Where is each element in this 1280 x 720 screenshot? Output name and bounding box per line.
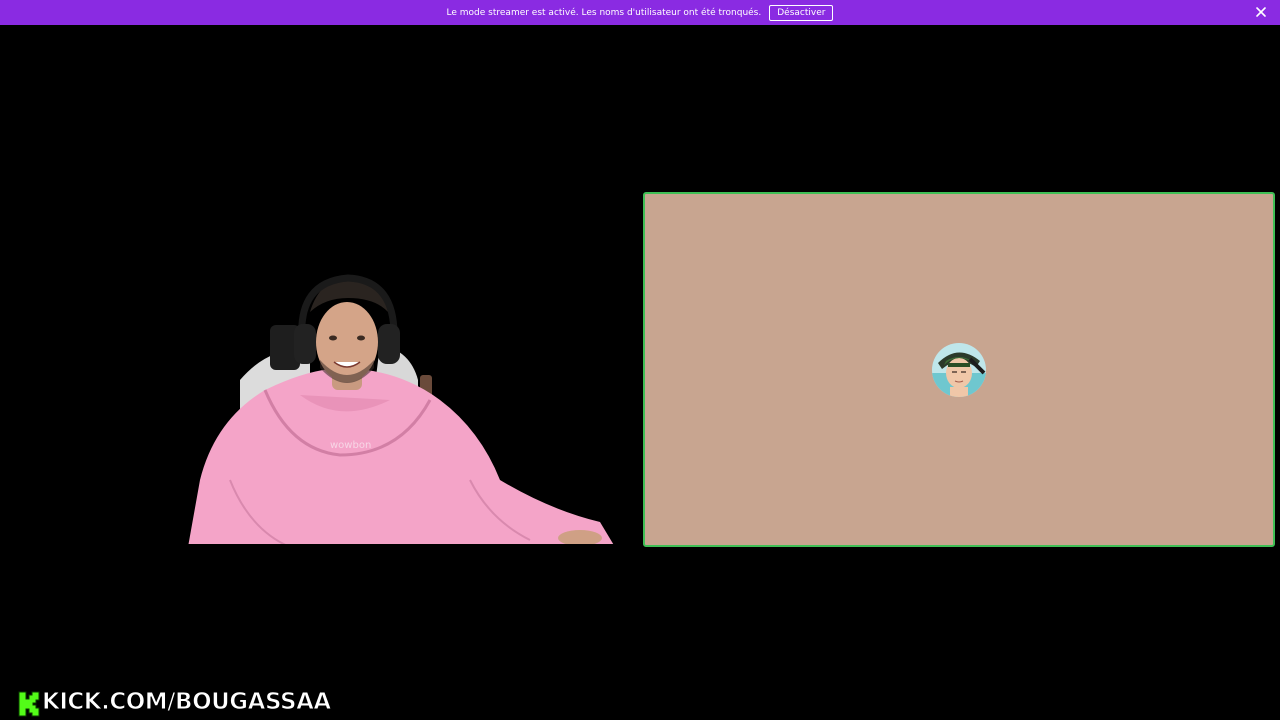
user-avatar[interactable]: [932, 343, 986, 397]
close-icon[interactable]: [1254, 5, 1268, 19]
streamer-video: wowbon: [170, 274, 630, 547]
avatar-image: [932, 343, 986, 397]
streamer-mode-message: Le mode streamer est activé. Les noms d'…: [446, 7, 762, 18]
streamer-mode-banner: Le mode streamer est activé. Les noms d'…: [0, 0, 1280, 25]
webcam-feed: wowbon: [170, 250, 630, 547]
kick-channel-url: KICK.COM/BOUGASSAA: [42, 689, 332, 716]
hoodie-print: wowbon: [330, 440, 371, 451]
kick-logo-icon: [18, 691, 40, 717]
deactivate-button[interactable]: Désactiver: [769, 4, 834, 21]
